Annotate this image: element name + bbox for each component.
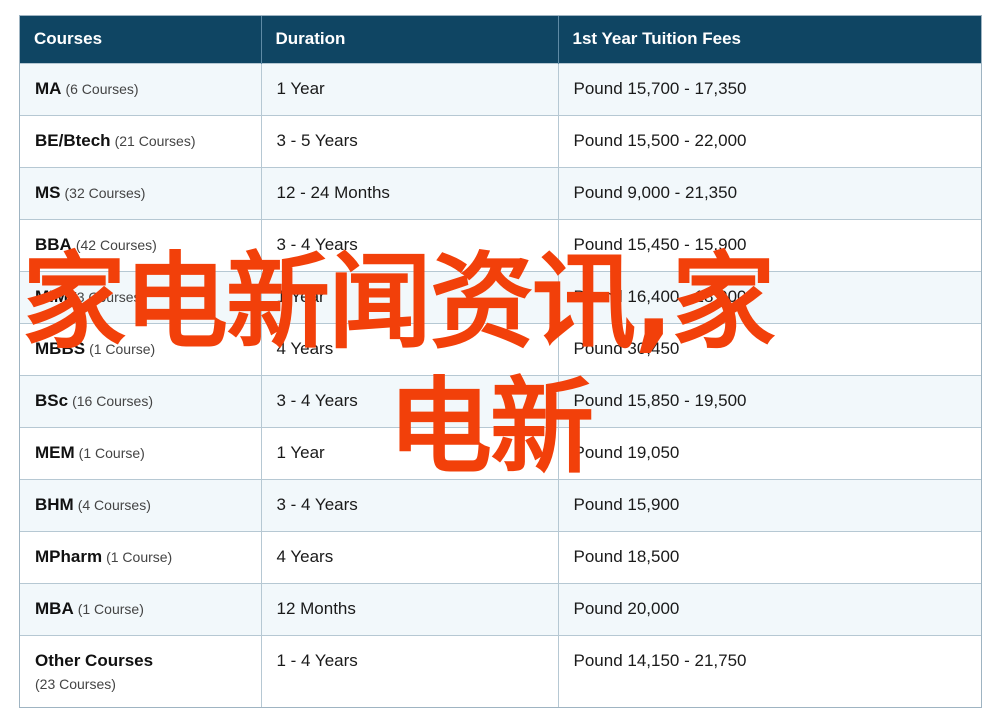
header-courses: Courses — [20, 16, 262, 63]
duration-cell: 1 Year — [261, 270, 559, 323]
fees-cell: Pound 18,500 — [558, 530, 981, 583]
course-name: MEM — [35, 443, 75, 462]
table-row: BHM (4 Courses) 3 - 4 Years Pound 15,900 — [20, 478, 981, 531]
table-row: MIM (3 Courses) 1 Year Pound 16,400 - 18,90… — [20, 270, 981, 323]
table-row: BE/Btech (21 Courses) 3 - 5 Years Pound 15,… — [20, 114, 981, 167]
duration-cell: 1 Year — [261, 426, 559, 479]
table-row: MS (32 Courses) 12 - 24 Months Pound 9,000 … — [20, 166, 981, 219]
table-header: Courses Duration 1st Year Tuition Fees — [20, 16, 981, 63]
table-row: MBBS (1 Course) 4 Years Pound 30,450 — [20, 322, 981, 375]
table-row: BBA (42 Courses) 3 - 4 Years Pound 15,450 -… — [20, 218, 981, 271]
course-name: MA — [35, 79, 62, 98]
course-name: MPharm — [35, 547, 103, 566]
table-row: BSc (16 Courses) 3 - 4 Years Pound 15,850 -… — [20, 374, 981, 427]
course-count: (3 Courses) — [72, 289, 146, 305]
course-count: (16 Courses) — [72, 393, 153, 409]
fees-cell: Pound 30,450 — [558, 322, 981, 375]
fees-table: Courses Duration 1st Year Tuition Fees M… — [20, 16, 981, 707]
duration-cell: 12 - 24 Months — [261, 166, 559, 219]
course-name: BE/Btech — [35, 131, 111, 150]
course-count: (32 Courses) — [64, 185, 146, 201]
course-cell: MPharm (1 Course) — [20, 530, 262, 583]
fees-cell: Pound 16,400 - 18,900 — [558, 270, 981, 323]
course-fees-table: Courses Duration 1st Year Tuition Fees M… — [19, 15, 982, 708]
course-cell: BSc (16 Courses) — [20, 374, 262, 427]
course-count: (6 Courses) — [65, 81, 139, 97]
course-name: MIM — [35, 287, 69, 306]
header-row: Courses Duration 1st Year Tuition Fees — [20, 16, 981, 63]
course-name: BBA — [35, 235, 72, 254]
course-cell: BE/Btech (21 Courses) — [20, 114, 262, 167]
table-body: MA (6 Courses) 1 Year Pound 15,700 - 17,350… — [20, 62, 981, 707]
fees-cell: Pound 15,850 - 19,500 — [558, 374, 981, 427]
fees-cell: Pound 14,150 - 21,750 — [558, 634, 981, 707]
duration-cell: 4 Years — [261, 530, 559, 583]
course-cell: MIM (3 Courses) — [20, 270, 262, 323]
duration-cell: 3 - 4 Years — [261, 478, 559, 531]
course-name: MBBS — [35, 339, 86, 358]
fees-cell: Pound 20,000 — [558, 582, 981, 635]
fees-cell: Pound 15,450 - 15,900 — [558, 218, 981, 271]
duration-cell: 3 - 5 Years — [261, 114, 559, 167]
course-name: Other Courses — [35, 650, 154, 670]
table-row: MEM (1 Course) 1 Year Pound 19,050 — [20, 426, 981, 479]
course-cell: MS (32 Courses) — [20, 166, 262, 219]
header-fees: 1st Year Tuition Fees — [558, 16, 981, 63]
fees-cell: Pound 15,700 - 17,350 — [558, 62, 981, 115]
duration-cell: 1 - 4 Years — [261, 634, 559, 707]
course-name: MS — [35, 183, 61, 202]
table-row: Other Courses (23 Courses) 1 - 4 Years Poun… — [20, 634, 981, 707]
course-count: (21 Courses) — [114, 133, 196, 149]
course-count: (4 Courses) — [77, 497, 151, 513]
duration-cell: 12 Months — [261, 582, 559, 635]
course-cell: BHM (4 Courses) — [20, 478, 262, 531]
course-cell: Other Courses (23 Courses) — [20, 634, 262, 707]
table-row: MPharm (1 Course) 4 Years Pound 18,500 — [20, 530, 981, 583]
header-duration: Duration — [261, 16, 559, 63]
fees-cell: Pound 15,900 — [558, 478, 981, 531]
course-name: BSc — [35, 391, 69, 410]
course-name: MBA — [35, 599, 74, 618]
course-count: (1 Course) — [106, 549, 173, 565]
duration-cell: 4 Years — [261, 322, 559, 375]
table-row: MA (6 Courses) 1 Year Pound 15,700 - 17,350 — [20, 62, 981, 115]
duration-cell: 3 - 4 Years — [261, 218, 559, 271]
duration-cell: 3 - 4 Years — [261, 374, 559, 427]
course-cell: MEM (1 Course) — [20, 426, 262, 479]
fees-cell: Pound 19,050 — [558, 426, 981, 479]
course-cell: MBA (1 Course) — [20, 582, 262, 635]
duration-cell: 1 Year — [261, 62, 559, 115]
fees-cell: Pound 9,000 - 21,350 — [558, 166, 981, 219]
course-count: (23 Courses) — [35, 675, 116, 692]
course-count: (1 Course) — [77, 601, 144, 617]
course-name: BHM — [35, 495, 74, 514]
table-row: MBA (1 Course) 12 Months Pound 20,000 — [20, 582, 981, 635]
course-cell: MBBS (1 Course) — [20, 322, 262, 375]
course-count: (42 Courses) — [75, 237, 157, 253]
course-count: (1 Course) — [89, 341, 156, 357]
course-cell: BBA (42 Courses) — [20, 218, 262, 271]
course-count: (1 Course) — [78, 445, 145, 461]
fees-cell: Pound 15,500 - 22,000 — [558, 114, 981, 167]
course-cell: MA (6 Courses) — [20, 62, 262, 115]
